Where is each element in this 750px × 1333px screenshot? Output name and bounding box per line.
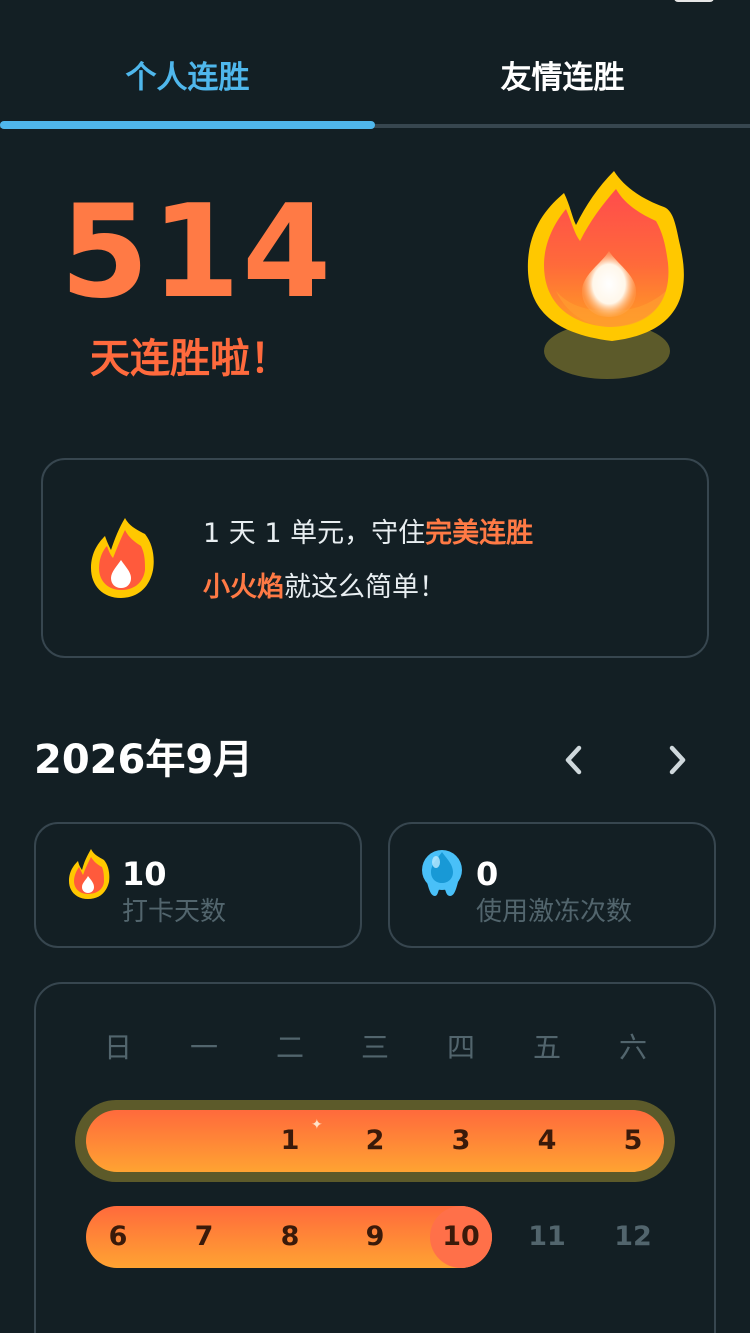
stat-card-freeze-used: 0 使用激冻次数 <box>388 822 716 948</box>
info-card: 1 天 1 单元，守住完美连胜 小火焰就这么简单！ <box>41 458 709 658</box>
weekday-sat: 六 <box>618 1031 647 1064</box>
streak-tabs: 个人连胜 友情连胜 <box>0 0 750 130</box>
info-text-highlight-flame: 小火焰 <box>203 572 284 603</box>
calendar-day-12[interactable]: 12 <box>603 1217 663 1257</box>
info-text-line1: 1 天 1 单元，守住完美连胜 <box>203 514 533 554</box>
calendar-day-3[interactable]: 3 <box>431 1121 491 1161</box>
calendar-day-7[interactable]: 7 <box>174 1217 234 1257</box>
info-text-highlight-perfect-streak: 完美连胜 <box>425 518 534 549</box>
weekday-wed: 三 <box>360 1031 389 1064</box>
info-text-line2: 小火焰就这么简单！ <box>203 568 446 608</box>
calendar-day-11[interactable]: 11 <box>517 1217 577 1257</box>
weekday-mon: 一 <box>189 1031 218 1064</box>
stat-value-freeze-used: 0 <box>476 855 499 893</box>
calendar-day-10[interactable]: 10 <box>431 1217 491 1257</box>
tab-active-indicator <box>0 121 375 129</box>
calendar-day-5[interactable]: 5 <box>603 1121 663 1161</box>
calendar-day-6[interactable]: 6 <box>88 1217 148 1257</box>
info-text-prefix: 1 天 1 单元，守住 <box>203 518 426 549</box>
tab-personal-streak[interactable]: 个人连胜 <box>0 56 375 106</box>
info-text-suffix: 就这么简单！ <box>284 572 446 603</box>
weekday-fri: 五 <box>532 1031 561 1064</box>
calendar-day-2[interactable]: 2 <box>345 1121 405 1161</box>
weekday-sun: 日 <box>103 1031 132 1064</box>
tab-friend-streak[interactable]: 友情连胜 <box>375 56 750 106</box>
calendar-day-9[interactable]: 9 <box>345 1217 405 1257</box>
stat-label-freeze-used: 使用激冻次数 <box>476 897 633 927</box>
chevron-left-icon[interactable] <box>555 740 595 780</box>
calendar-day-8[interactable]: 8 <box>260 1217 320 1257</box>
calendar-day-1[interactable]: 1 <box>260 1121 320 1161</box>
freeze-drop-icon <box>420 848 466 900</box>
small-flame-icon <box>87 516 157 602</box>
large-flame-icon <box>520 165 700 390</box>
weekday-tue: 二 <box>275 1031 304 1064</box>
streak-label: 天连胜啦！ <box>90 336 290 382</box>
streak-count: 514 <box>60 178 334 327</box>
stat-card-checkin-days: 10 打卡天数 <box>34 822 362 948</box>
stat-label-checkin-days: 打卡天数 <box>122 897 227 927</box>
weekday-thu: 四 <box>446 1031 475 1064</box>
chevron-right-icon[interactable] <box>657 740 697 780</box>
calendar-day-4[interactable]: 4 <box>517 1121 577 1161</box>
calendar-month-title: 2026年9月 <box>34 737 254 783</box>
stat-value-checkin-days: 10 <box>122 855 167 893</box>
flame-icon <box>66 848 112 900</box>
